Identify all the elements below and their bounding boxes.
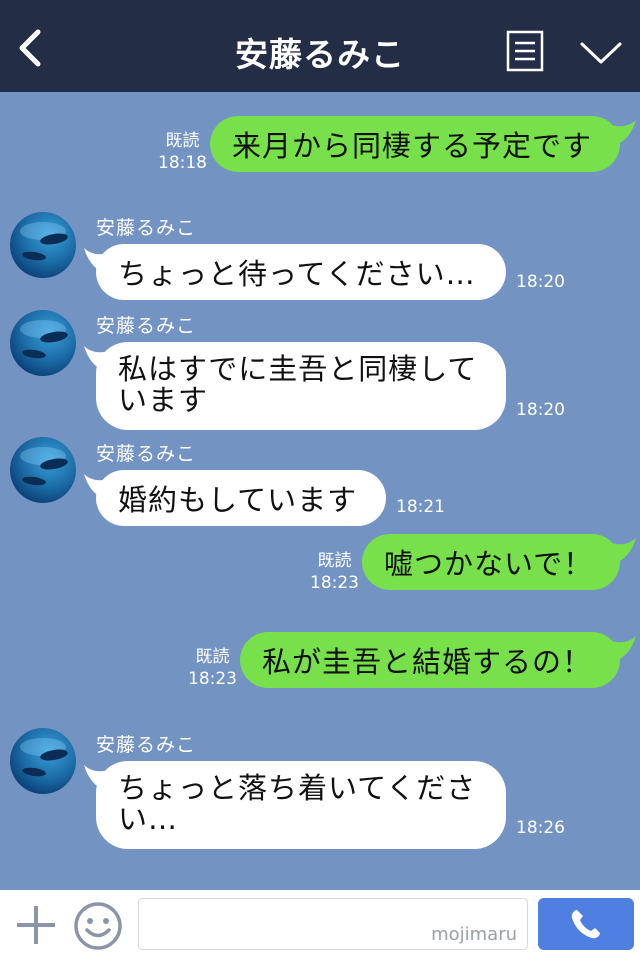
message-time: 18:23 [188, 669, 237, 689]
message-text-line: います [118, 383, 209, 417]
sender-name: 安藤るみこ [96, 217, 197, 239]
message-text: 私が圭吾と結婚するの！ [262, 645, 593, 679]
bubble-tail [608, 636, 636, 662]
message-time: 18:26 [516, 818, 565, 838]
chat-header: 安藤るみこ [0, 0, 640, 92]
message-bubble-theirs[interactable]: ちょっと待ってください… [96, 244, 506, 300]
call-button[interactable] [538, 898, 634, 950]
read-label: 既読 [165, 131, 200, 151]
message-time: 18:20 [516, 400, 565, 420]
message-text: 婚約もしています [118, 483, 358, 517]
message-bubble-mine[interactable]: 嘘つかないで！ [362, 534, 620, 590]
message-text: 来月から同棲する予定です [232, 129, 593, 163]
read-receipt: 既読 18:18 [158, 130, 207, 174]
message-text-line: 私はすでに圭吾と同棲して [118, 352, 478, 386]
message-bubble-theirs[interactable]: ちょっと落ち着いてくださ い… [96, 761, 506, 849]
phone-icon [571, 910, 600, 939]
read-label: 既読 [195, 647, 230, 667]
watermark: mojimaru [431, 924, 517, 945]
bubble-tail [608, 538, 636, 564]
read-receipt: 既読 18:23 [188, 646, 237, 690]
message-input[interactable]: mojimaru [138, 898, 528, 950]
bubble-tail [84, 346, 112, 372]
message-text: 嘘つかないで！ [384, 547, 594, 581]
message-text-line: い… [118, 802, 179, 836]
chevron-down-icon[interactable] [578, 38, 624, 68]
message-text: ちょっと待ってください… [118, 257, 476, 291]
message-text-line: ちょっと落ち着いてくださ [118, 771, 477, 805]
avatar[interactable] [10, 310, 76, 376]
avatar[interactable] [10, 437, 76, 503]
sender-name: 安藤るみこ [96, 443, 197, 465]
message-bubble-mine[interactable]: 来月から同棲する予定です [210, 116, 620, 172]
message-bubble-theirs[interactable]: 私はすでに圭吾と同棲して います [96, 342, 506, 430]
message-time: 18:23 [310, 573, 359, 593]
read-receipt: 既読 18:23 [310, 550, 359, 594]
bubble-tail [84, 474, 112, 500]
sender-name: 安藤るみこ [96, 734, 197, 756]
page-title: 安藤るみこ [235, 35, 405, 74]
bubble-tail [84, 248, 112, 274]
message-time: 18:21 [396, 497, 445, 517]
message-time: 18:18 [158, 153, 207, 173]
bubble-tail [608, 120, 636, 146]
menu-icon[interactable] [506, 30, 544, 72]
message-bubble-mine[interactable]: 私が圭吾と結婚するの！ [240, 632, 620, 688]
sender-name: 安藤るみこ [96, 315, 197, 337]
bubble-tail [84, 765, 112, 791]
avatar[interactable] [10, 728, 76, 794]
plus-icon[interactable] [14, 900, 58, 948]
message-bubble-theirs[interactable]: 婚約もしています [96, 470, 386, 526]
smile-icon[interactable] [72, 900, 124, 952]
message-time: 18:20 [516, 272, 565, 292]
avatar[interactable] [10, 212, 76, 278]
read-label: 既読 [317, 551, 352, 571]
